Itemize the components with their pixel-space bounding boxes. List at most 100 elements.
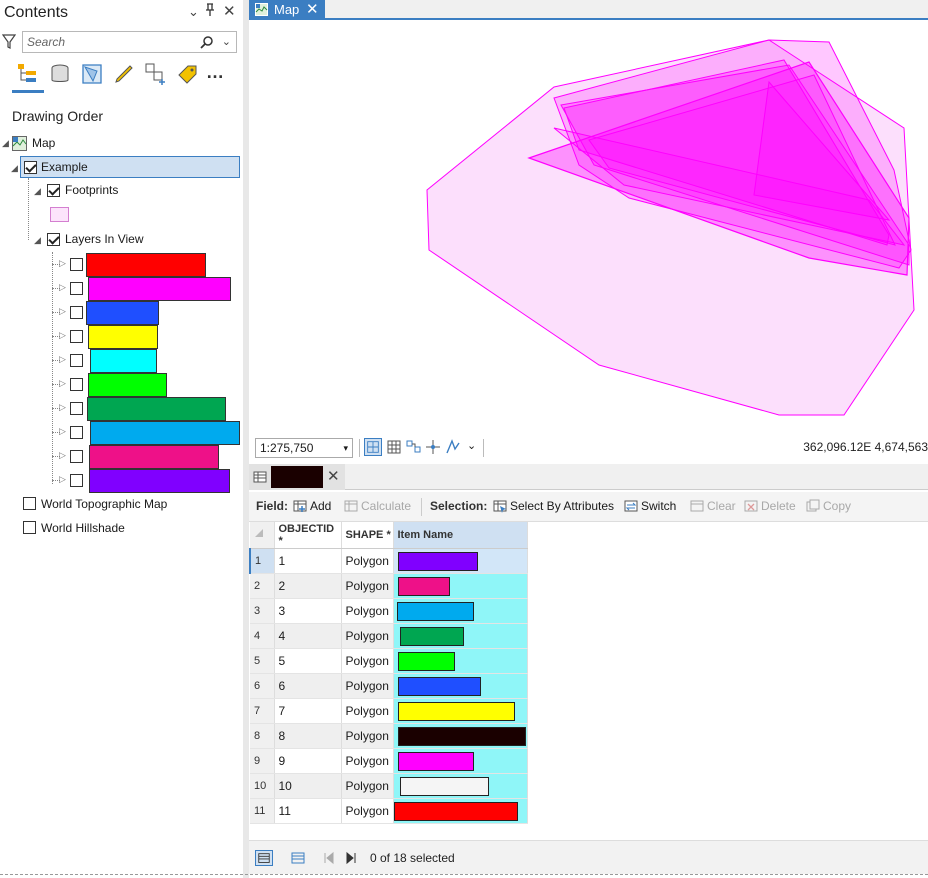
table-row[interactable]: 11 11 Polygon bbox=[250, 798, 528, 824]
layer-visibility-checkbox[interactable] bbox=[70, 378, 83, 391]
expand-icon[interactable]: ▷ bbox=[59, 306, 66, 317]
item-name-cell[interactable] bbox=[393, 548, 528, 574]
delete-button[interactable]: Delete bbox=[744, 499, 796, 513]
table-row[interactable]: 1 1 Polygon bbox=[249, 548, 528, 574]
copy-button[interactable]: Copy bbox=[806, 499, 851, 513]
item-name-cell[interactable] bbox=[393, 723, 528, 749]
row-number[interactable]: 7 bbox=[250, 698, 275, 724]
item-name-cell[interactable] bbox=[393, 798, 528, 824]
select-all-corner[interactable] bbox=[250, 522, 275, 549]
shape-cell[interactable]: Polygon bbox=[341, 773, 394, 799]
layer-visibility-checkbox[interactable] bbox=[70, 354, 83, 367]
objectid-cell[interactable]: 5 bbox=[274, 648, 342, 674]
table-row[interactable]: 7 7 Polygon bbox=[250, 698, 528, 724]
item-name-cell[interactable] bbox=[393, 673, 528, 699]
layer-color-swatch[interactable] bbox=[89, 469, 230, 493]
table-row[interactable]: 2 2 Polygon bbox=[250, 573, 528, 599]
expand-icon[interactable]: ◢ bbox=[34, 229, 41, 251]
tree-item-layers-in-view[interactable]: ◢ Layers In View bbox=[34, 229, 234, 251]
tree-item-example-group[interactable]: ◢ Example bbox=[11, 156, 240, 178]
shape-cell[interactable]: Polygon bbox=[341, 648, 394, 674]
close-icon[interactable]: ✕ bbox=[327, 467, 340, 485]
objectid-cell[interactable]: 7 bbox=[274, 698, 342, 724]
objectid-cell[interactable]: 4 bbox=[274, 623, 342, 649]
grid-icon[interactable] bbox=[385, 438, 403, 456]
world-topographic-checkbox[interactable] bbox=[23, 497, 36, 510]
row-number[interactable]: 4 bbox=[250, 623, 275, 649]
last-record-icon[interactable] bbox=[342, 850, 360, 866]
list-by-selection-icon[interactable] bbox=[80, 62, 104, 86]
calculate-button[interactable]: Calculate bbox=[344, 499, 411, 513]
expand-icon[interactable]: ▷ bbox=[59, 258, 66, 269]
list-by-labeling-icon[interactable] bbox=[176, 62, 200, 86]
expand-icon[interactable]: ▷ bbox=[59, 378, 66, 389]
tree-item-footprints[interactable]: ◢ Footprints bbox=[34, 180, 234, 202]
objectid-cell[interactable]: 1 bbox=[274, 548, 342, 574]
layer-visibility-checkbox[interactable] bbox=[70, 402, 83, 415]
search-input[interactable] bbox=[27, 34, 187, 50]
row-number[interactable]: 1 bbox=[249, 548, 275, 574]
map-canvas[interactable] bbox=[249, 20, 928, 434]
layer-color-swatch[interactable] bbox=[88, 373, 167, 397]
chevron-down-icon[interactable]: ⌄ bbox=[222, 35, 231, 48]
row-number[interactable]: 3 bbox=[250, 598, 275, 624]
item-name-cell[interactable] bbox=[393, 573, 528, 599]
add-field-button[interactable]: Add bbox=[293, 499, 331, 513]
layers-in-view-visibility-checkbox[interactable] bbox=[47, 233, 60, 246]
shape-cell[interactable]: Polygon bbox=[341, 723, 394, 749]
expand-icon[interactable]: ▷ bbox=[59, 426, 66, 437]
item-name-cell[interactable] bbox=[393, 623, 528, 649]
objectid-cell[interactable]: 8 bbox=[274, 723, 342, 749]
item-name-cell[interactable] bbox=[393, 698, 528, 724]
expand-icon[interactable]: ▷ bbox=[59, 354, 66, 365]
item-name-cell[interactable] bbox=[393, 748, 528, 774]
tree-item-world-hillshade[interactable]: World Hillshade bbox=[22, 517, 242, 539]
layer-color-swatch[interactable] bbox=[86, 253, 206, 277]
item-name-cell[interactable] bbox=[393, 773, 528, 799]
layer-visibility-checkbox[interactable] bbox=[70, 426, 83, 439]
list-by-editing-icon[interactable] bbox=[112, 62, 136, 86]
layer-color-swatch[interactable] bbox=[86, 301, 159, 325]
filter-icon[interactable] bbox=[2, 34, 16, 50]
show-selected-records-icon[interactable] bbox=[289, 850, 307, 866]
layer-color-swatch[interactable] bbox=[90, 421, 240, 445]
search-icon[interactable] bbox=[200, 35, 214, 49]
tab-attribute-table[interactable]: ✕ bbox=[249, 464, 345, 490]
layer-visibility-checkbox[interactable] bbox=[70, 330, 83, 343]
table-row[interactable]: 9 9 Polygon bbox=[250, 748, 528, 774]
shape-cell[interactable]: Polygon bbox=[341, 548, 394, 574]
expand-icon[interactable]: ▷ bbox=[59, 402, 66, 413]
pane-options-chevron-icon[interactable]: ⌄ bbox=[188, 3, 199, 21]
more-options-icon[interactable]: … bbox=[206, 62, 224, 83]
footprints-visibility-checkbox[interactable] bbox=[47, 184, 60, 197]
table-row[interactable]: 4 4 Polygon bbox=[250, 623, 528, 649]
list-by-snapping-icon[interactable] bbox=[144, 62, 168, 86]
objectid-cell[interactable]: 2 bbox=[274, 573, 342, 599]
row-number[interactable]: 9 bbox=[250, 748, 275, 774]
column-header-shape[interactable]: SHAPE * bbox=[341, 522, 394, 549]
show-all-records-icon[interactable] bbox=[255, 850, 273, 866]
tree-item-map[interactable]: ◢ Map bbox=[0, 132, 240, 154]
layer-visibility-checkbox[interactable] bbox=[70, 474, 83, 487]
footprints-symbol[interactable] bbox=[50, 207, 69, 222]
north-arrow-icon[interactable] bbox=[444, 438, 462, 456]
objectid-cell[interactable]: 6 bbox=[274, 673, 342, 699]
shape-cell[interactable]: Polygon bbox=[341, 623, 394, 649]
expand-icon[interactable]: ▷ bbox=[59, 450, 66, 461]
table-row[interactable]: 8 8 Polygon bbox=[250, 723, 528, 749]
table-row[interactable]: 10 10 Polygon bbox=[250, 773, 528, 799]
shape-cell[interactable]: Polygon bbox=[341, 598, 394, 624]
list-by-drawing-order-icon[interactable] bbox=[16, 62, 40, 86]
layer-color-swatch[interactable] bbox=[87, 397, 226, 421]
row-number[interactable]: 10 bbox=[250, 773, 275, 799]
tree-item-world-topographic[interactable]: World Topographic Map bbox=[22, 493, 242, 515]
item-name-cell[interactable] bbox=[393, 598, 528, 624]
layer-color-swatch[interactable] bbox=[88, 325, 158, 349]
close-icon[interactable]: ✕ bbox=[306, 0, 319, 18]
tab-map[interactable]: Map ✕ bbox=[249, 0, 325, 20]
search-field[interactable]: ⌄ bbox=[22, 31, 237, 53]
objectid-cell[interactable]: 10 bbox=[274, 773, 342, 799]
example-visibility-checkbox[interactable] bbox=[24, 161, 37, 174]
table-row[interactable]: 6 6 Polygon bbox=[250, 673, 528, 699]
clear-selection-button[interactable]: Clear bbox=[690, 499, 736, 513]
